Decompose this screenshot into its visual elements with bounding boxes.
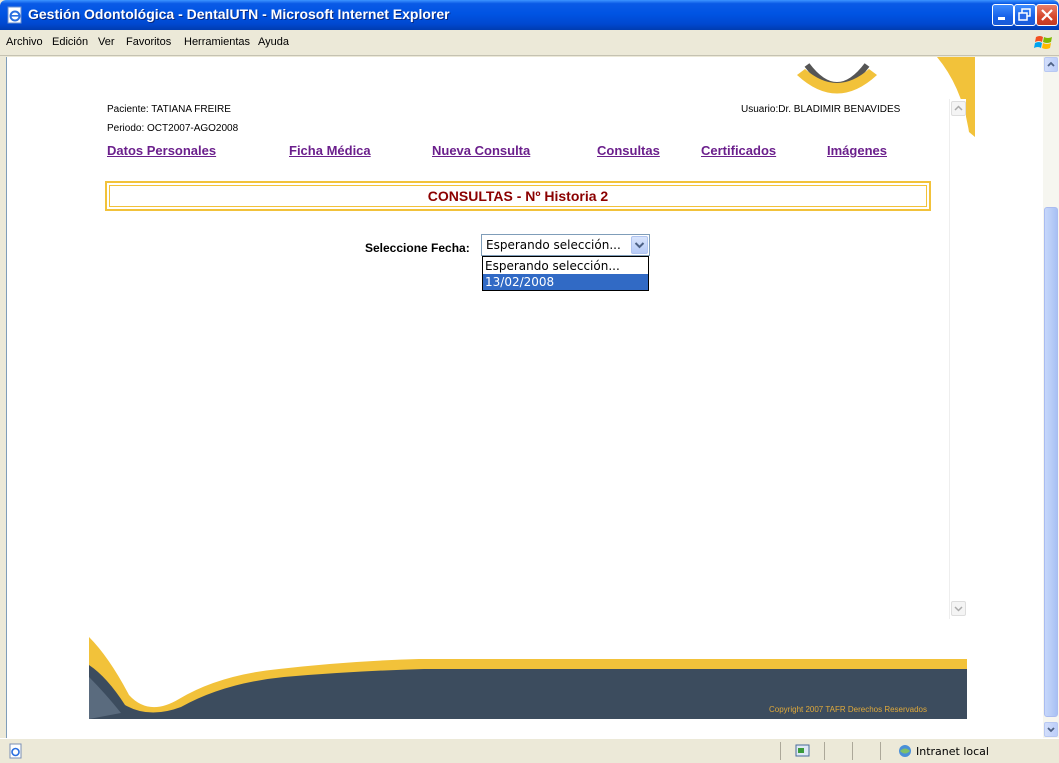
chevron-up-icon bbox=[1047, 61, 1055, 67]
patient-name: Paciente: TATIANA FREIRE bbox=[107, 104, 231, 115]
status-separator bbox=[824, 742, 825, 760]
chevron-up-icon bbox=[954, 105, 963, 111]
menu-favoritos[interactable]: Favoritos bbox=[126, 36, 171, 48]
chevron-down-icon bbox=[954, 606, 963, 612]
status-separator bbox=[852, 742, 853, 760]
date-select-dropdown-button[interactable] bbox=[631, 236, 648, 254]
nav-nueva-consulta[interactable]: Nueva Consulta bbox=[432, 143, 530, 158]
chevron-down-icon bbox=[1047, 727, 1055, 733]
date-dropdown-list: Esperando selección... 13/02/2008 bbox=[482, 256, 649, 291]
period-text: Periodo: OCT2007-AGO2008 bbox=[107, 123, 239, 134]
menu-ayuda[interactable]: Ayuda bbox=[258, 36, 289, 48]
title-bar[interactable]: Gestión Odontológica - DentalUTN - Micro… bbox=[0, 0, 1059, 30]
date-option-selected[interactable]: 13/02/2008 bbox=[483, 274, 648, 290]
inner-frame-scrollbar[interactable] bbox=[949, 99, 966, 619]
inner-scroll-up-button[interactable] bbox=[951, 101, 966, 116]
menu-herramientas[interactable]: Herramientas bbox=[184, 36, 250, 48]
page-viewport: Paciente: TATIANA FREIRE Periodo: OCT200… bbox=[6, 57, 1043, 738]
date-select[interactable]: Esperando selección... bbox=[481, 234, 650, 256]
nav-ficha-medica[interactable]: Ficha Médica bbox=[289, 143, 371, 158]
nav-consultas[interactable]: Consultas bbox=[597, 143, 660, 158]
close-button[interactable] bbox=[1036, 4, 1058, 26]
nav-certificados[interactable]: Certificados bbox=[701, 143, 776, 158]
minimize-icon bbox=[998, 17, 1005, 20]
menu-ver[interactable]: Ver bbox=[98, 36, 115, 48]
chevron-down-icon bbox=[634, 242, 645, 249]
user-name: Usuario:Dr. BLADIMIR BENAVIDES bbox=[741, 104, 901, 115]
menu-archivo[interactable]: Archivo bbox=[6, 36, 43, 48]
page-status-icon bbox=[9, 743, 22, 759]
minimize-button[interactable] bbox=[992, 4, 1014, 26]
status-separator bbox=[880, 742, 881, 760]
status-bar: Intranet local bbox=[0, 738, 1059, 763]
window-title: Gestión Odontológica - DentalUTN - Micro… bbox=[28, 6, 450, 22]
section-title: CONSULTAS - Nº Historia 2 bbox=[109, 185, 927, 207]
date-option[interactable]: Esperando selección... bbox=[483, 258, 648, 274]
close-icon bbox=[1041, 9, 1053, 21]
scroll-thumb[interactable] bbox=[1044, 207, 1058, 717]
scroll-up-button[interactable] bbox=[1044, 57, 1058, 72]
header-decoration bbox=[797, 57, 975, 137]
ie-window: Gestión Odontológica - DentalUTN - Micro… bbox=[0, 0, 1059, 763]
date-select-value: Esperando selección... bbox=[486, 238, 621, 252]
page-scrollbar[interactable] bbox=[1043, 57, 1059, 738]
inner-scroll-down-button[interactable] bbox=[951, 601, 966, 616]
restore-icon bbox=[1018, 8, 1031, 21]
ie-page-icon bbox=[7, 6, 22, 24]
menu-edicion[interactable]: Edición bbox=[52, 36, 88, 48]
scroll-down-button[interactable] bbox=[1044, 722, 1058, 737]
restore-button[interactable] bbox=[1014, 4, 1036, 26]
security-zone-text: Intranet local bbox=[916, 745, 989, 758]
footer-wave bbox=[89, 637, 967, 719]
intranet-zone-icon bbox=[899, 745, 911, 757]
nav-datos-personales[interactable]: Datos Personales bbox=[107, 143, 216, 158]
nav-imagenes[interactable]: Imágenes bbox=[827, 143, 887, 158]
menu-bar: Archivo Edición Ver Favoritos Herramient… bbox=[0, 30, 1059, 56]
copyright-text: Copyright 2007 TAFR Derechos Reservados bbox=[769, 705, 927, 714]
windows-logo-icon bbox=[1034, 36, 1052, 49]
popup-status-icon bbox=[795, 744, 810, 757]
section-title-box: CONSULTAS - Nº Historia 2 bbox=[105, 181, 931, 211]
status-separator bbox=[780, 742, 781, 760]
date-label: Seleccione Fecha: bbox=[365, 241, 470, 255]
